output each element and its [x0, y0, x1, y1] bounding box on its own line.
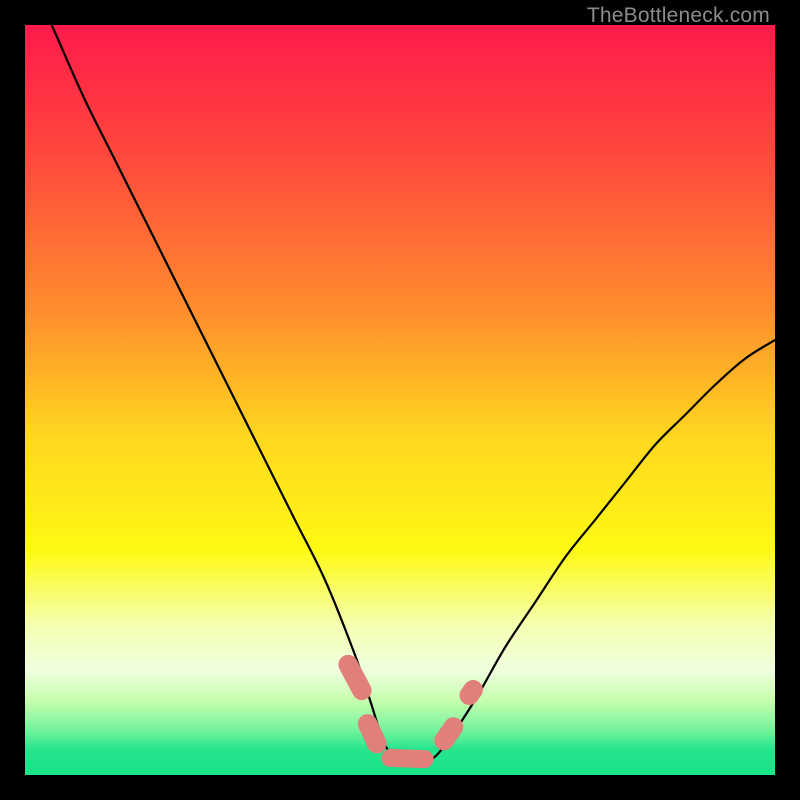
curve-layer [25, 25, 775, 775]
plot-area [25, 25, 775, 775]
chart-frame: TheBottleneck.com [0, 0, 800, 800]
watermark-text: TheBottleneck.com [587, 4, 770, 28]
curve-marker [456, 676, 487, 709]
curve-markers [335, 651, 487, 768]
bottleneck-curve [25, 25, 775, 761]
curve-marker [335, 651, 375, 703]
curve-marker [381, 749, 434, 769]
curve-marker [355, 711, 390, 757]
